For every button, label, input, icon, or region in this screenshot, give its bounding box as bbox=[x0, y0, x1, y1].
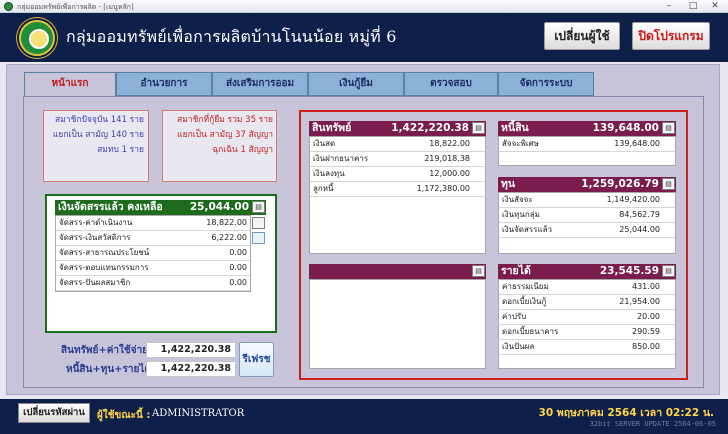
list-item: จัดสรร-เงินสวัสดิการ 6,222.00 bbox=[56, 231, 250, 246]
current-datetime: 30 พฤษภาคม 2564 เวลา 02:22 น. bbox=[538, 407, 714, 419]
assets-total: 1,422,220.38 bbox=[391, 122, 469, 134]
expenses-list bbox=[309, 279, 486, 369]
list-item: ลูกหนี้ 1,172,380.00 bbox=[310, 182, 485, 197]
tab-home[interactable]: หน้าแรก bbox=[24, 72, 116, 97]
liabilities-total: 139,648.00 bbox=[592, 122, 659, 134]
members-info-box: สมาชิกปัจจุบัน 141 ราย แยกเป็น สามัญ 140… bbox=[43, 110, 149, 182]
allocation-page-icon[interactable]: ▤ bbox=[252, 201, 265, 213]
loan-emergency-contracts: ฉุกเฉิน 1 สัญญา bbox=[212, 145, 273, 155]
page-title: กลุ่มออมทรัพย์เพื่อการผลิตบ้านโนนน้อย หม… bbox=[66, 27, 397, 46]
allocation-list: จัดสรร-ค่าดำเนินงาน 18,822.00 จัดสรร-เงิน… bbox=[55, 215, 251, 292]
current-user-label: ผู้ใช้ขณะนี้ : bbox=[97, 410, 151, 421]
refresh-button[interactable]: รีเฟรช bbox=[239, 342, 274, 377]
members-regular: แยกเป็น สามัญ 140 ราย bbox=[52, 130, 144, 140]
capital-title: ทุน bbox=[501, 178, 516, 190]
app-icon bbox=[4, 2, 13, 11]
close-program-button[interactable]: ปิดโปรแกรม bbox=[632, 22, 710, 50]
allocation-total: 25,044.00 bbox=[189, 201, 249, 213]
liabilities-title: หนี้สิน bbox=[501, 122, 529, 134]
list-item: จัดสรร-ตอบแทนกรรมการ 0.00 bbox=[56, 261, 250, 276]
list-item: จัดสรร-สาธารณประโยชน์ 0.00 bbox=[56, 246, 250, 261]
minimize-icon[interactable]: – bbox=[658, 0, 680, 12]
liab-cap-income-value: 1,422,220.38 bbox=[146, 361, 236, 377]
list-item: ค่าธรรมเนียม 431.00 bbox=[499, 280, 675, 295]
list-item: เงินลงทุน 12,000.00 bbox=[310, 167, 485, 182]
expenses-page-icon[interactable]: ▤ bbox=[472, 265, 485, 277]
assets-page-icon[interactable]: ▤ bbox=[472, 122, 485, 134]
list-item: จัดสรร-ค่าดำเนินงาน 18,822.00 bbox=[56, 216, 250, 231]
allocation-title: เงินจัดสรรแล้ว คงเหลือ bbox=[58, 201, 163, 213]
assets-list: เงินสด 18,822.00 เงินฝากธนาคาร 219,018.38 … bbox=[309, 136, 486, 254]
list-item: ดอกเบี้ยธนาคาร 290.59 bbox=[499, 325, 675, 340]
liabilities-list: สัจจะพิเศษ 139,648.00 bbox=[498, 136, 676, 166]
assets-header: สินทรัพย์ 1,422,220.38 ▤ bbox=[309, 121, 486, 136]
list-item: ค่าปรับ 20.00 bbox=[499, 310, 675, 325]
capital-page-icon[interactable]: ▤ bbox=[662, 178, 675, 190]
loan-info-box: สมาชิกที่กู้ยืม รวม 35 ราย แยกเป็น สามัญ… bbox=[162, 110, 277, 182]
loan-members: สมาชิกที่กู้ยืม รวม 35 ราย bbox=[177, 115, 273, 125]
assets-expenses-label: สินทรัพย์+ค่าใช้จ่าย bbox=[61, 345, 149, 356]
expenses-header: ▤ bbox=[309, 264, 486, 279]
tab-loans[interactable]: เงินกู้ยืม bbox=[308, 72, 404, 96]
list-item: ดอกเบี้ยเงินกู้ 21,954.00 bbox=[499, 295, 675, 310]
row-detail-icon[interactable] bbox=[252, 232, 265, 244]
liab-cap-income-label: หนี้สิน+ทุน+รายได้ bbox=[66, 364, 151, 375]
list-item: จัดสรร-ปันผลสมาชิก 0.00 bbox=[56, 276, 250, 291]
list-item: เงินจัดสรรแล้ว 25,044.00 bbox=[499, 223, 675, 238]
row-detail-icon[interactable] bbox=[252, 217, 265, 229]
income-header: รายได้ 23,545.59 ▤ bbox=[498, 264, 676, 279]
list-item: เงินฝากธนาคาร 219,018.38 bbox=[310, 152, 485, 167]
income-total: 23,545.59 bbox=[599, 265, 659, 277]
tab-savings[interactable]: ส่งเสริมการออม bbox=[212, 72, 308, 96]
income-title: รายได้ bbox=[501, 265, 531, 277]
organization-logo-icon bbox=[19, 20, 55, 56]
liabilities-header: หนี้สิน 139,648.00 ▤ bbox=[498, 121, 676, 136]
list-item: สัจจะพิเศษ 139,648.00 bbox=[499, 137, 675, 152]
members-associate: สมทบ 1 ราย bbox=[97, 145, 144, 155]
list-item: เงินปันผล 850.00 bbox=[499, 340, 675, 355]
members-total: สมาชิกปัจจุบัน 141 ราย bbox=[55, 115, 144, 125]
capital-list: เงินสัจจะ 1,149,420.00 เงินทุนกลุ่ม 84,562… bbox=[498, 192, 676, 254]
tab-system[interactable]: จัดการระบบ bbox=[498, 72, 594, 96]
window-titlebar: กลุ่มออมทรัพย์เพื่อการผลิต - [เมนูหลัก] … bbox=[0, 0, 728, 13]
income-list: ค่าธรรมเนียม 431.00 ดอกเบี้ยเงินกู้ 21,954… bbox=[498, 279, 676, 369]
tab-administration[interactable]: อำนวยการ bbox=[116, 72, 212, 96]
change-password-button[interactable]: เปลี่ยนรหัสผ่าน bbox=[18, 403, 90, 423]
list-item: เงินสัจจะ 1,149,420.00 bbox=[499, 193, 675, 208]
allocation-header: เงินจัดสรรแล้ว คงเหลือ 25,044.00 ▤ bbox=[55, 200, 266, 215]
assets-expenses-value: 1,422,220.38 bbox=[146, 342, 236, 358]
switch-user-button[interactable]: เปลี่ยนผู้ใช้ bbox=[544, 22, 620, 50]
assets-title: สินทรัพย์ bbox=[312, 122, 352, 134]
maximize-icon[interactable]: □ bbox=[682, 0, 704, 12]
current-user: ADMINISTRATOR bbox=[152, 408, 245, 419]
income-page-icon[interactable]: ▤ bbox=[662, 265, 675, 277]
close-icon[interactable]: ✕ bbox=[704, 0, 726, 12]
loan-regular-contracts: แยกเป็น สามัญ 37 สัญญา bbox=[177, 130, 273, 140]
liabilities-page-icon[interactable]: ▤ bbox=[662, 122, 675, 134]
capital-header: ทุน 1,259,026.79 ▤ bbox=[498, 177, 676, 192]
window-title: กลุ่มออมทรัพย์เพื่อการผลิต - [เมนูหลัก] bbox=[17, 3, 134, 11]
build-info: 32bit SERVER UPDATE 2564-06-05 bbox=[589, 420, 716, 428]
list-item: เงินทุนกลุ่ม 84,562.79 bbox=[499, 208, 675, 223]
tab-audit[interactable]: ตรวจสอบ bbox=[404, 72, 498, 96]
capital-total: 1,259,026.79 bbox=[581, 178, 659, 190]
list-item: เงินสด 18,822.00 bbox=[310, 137, 485, 152]
